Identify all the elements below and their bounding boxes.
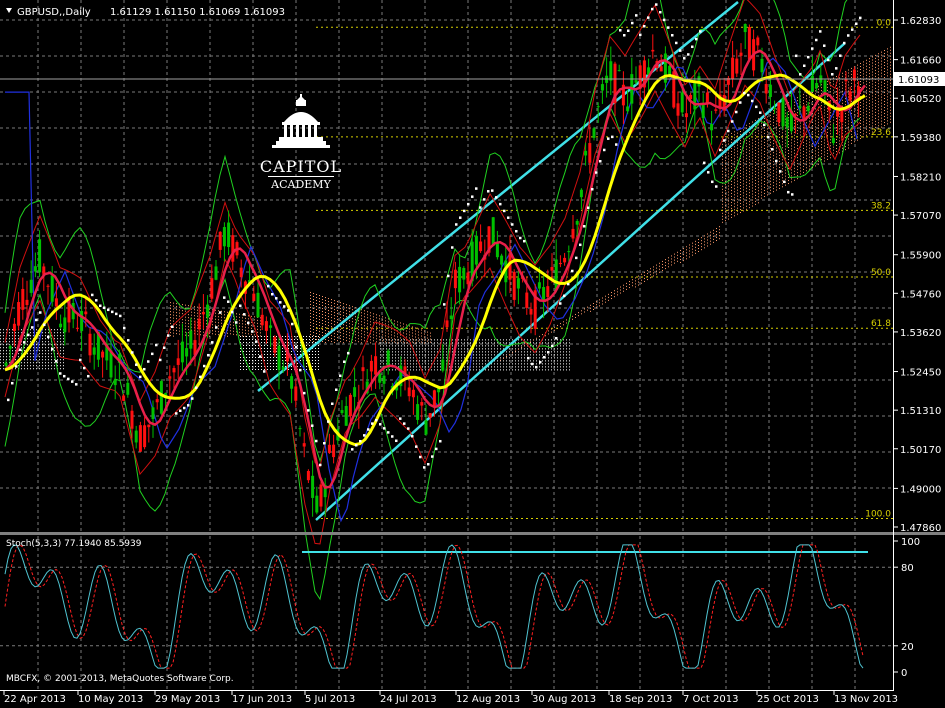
copyright-text: MBCFX, © 2001-2013, MetaQuotes Software … <box>6 674 234 684</box>
stoch-grid <box>0 536 893 689</box>
date-tick-label: 22 Apr 2013 <box>4 694 66 705</box>
date-tick-label: 18 Sep 2013 <box>609 694 672 705</box>
price-tick-label: 1.59380 <box>900 133 941 144</box>
price-tick-label: 1.52450 <box>900 368 941 379</box>
stoch-tick-label: 80 <box>901 563 914 574</box>
fib-level-label: 50.0 <box>871 268 891 278</box>
date-tick-label: 12 Aug 2013 <box>456 694 520 705</box>
chart-canvas[interactable]: 0.0 23.6 38.2 50.0 61.8 100.0 CAPITOL ACADEMY… <box>0 0 945 708</box>
price-tick-label: 1.50170 <box>900 445 941 456</box>
chart-header: GBPUSD,,Daily 1.61129 1.61150 1.61069 1.… <box>6 7 285 18</box>
capitol-dome-icon <box>272 94 330 148</box>
symbol-label: GBPUSD,,Daily <box>17 7 91 18</box>
capitol-academy-logo: CAPITOL ACADEMY <box>260 94 342 191</box>
price-tick-label: 1.60520 <box>900 94 941 105</box>
current-price-label: 1.61093 <box>898 75 939 86</box>
price-tick-label: 1.57070 <box>900 211 941 222</box>
price-tick-label: 1.55900 <box>900 251 941 262</box>
envelope-lines <box>4 0 861 601</box>
price-axis[interactable]: 1.62830 1.61660 1.60520 1.59380 1.58210 1.570… <box>893 16 941 534</box>
ma-fast-line <box>4 49 866 489</box>
date-tick-label: 10 May 2013 <box>78 694 143 705</box>
fib-level-label: 23.6 <box>871 128 891 138</box>
date-tick-label: 7 Oct 2013 <box>683 694 738 705</box>
current-price-marker: 1.61093 <box>0 72 945 86</box>
axis-border-horizontal <box>0 690 894 691</box>
stoch-tick-label: 100 <box>901 537 920 548</box>
fib-level-label: 0.0 <box>877 18 892 28</box>
date-tick-label: 24 Jul 2013 <box>380 694 437 705</box>
date-tick-label: 13 Nov 2013 <box>834 694 898 705</box>
dropdown-triangle-icon <box>6 8 12 13</box>
fibonacci-levels: 0.0 23.6 38.2 50.0 61.8 100.0 <box>316 18 893 520</box>
stochastic-oscillator <box>4 544 864 669</box>
price-tick-label: 1.62830 <box>900 16 941 27</box>
ohlc-values: 1.61129 1.61150 1.61069 1.61093 <box>110 7 285 18</box>
stoch-axis: 100 80 20 0 <box>893 537 920 679</box>
price-tick-label: 1.61660 <box>900 56 941 67</box>
date-tick-label: 17 Jun 2013 <box>232 694 292 705</box>
date-tick-label: 5 Jul 2013 <box>305 694 355 705</box>
price-tick-label: 1.53620 <box>900 328 941 339</box>
date-axis[interactable]: 22 Apr 2013 10 May 2013 29 May 2013 17 Jun … <box>3 690 898 705</box>
stoch-tick-label: 20 <box>901 642 914 653</box>
price-tick-label: 1.58210 <box>900 172 941 183</box>
date-tick-label: 25 Oct 2013 <box>757 694 819 705</box>
axis-border-vertical <box>893 0 894 690</box>
fib-level-label: 61.8 <box>871 319 891 329</box>
logo-line2: ACADEMY <box>270 178 331 191</box>
price-tick-label: 1.54760 <box>900 289 941 300</box>
date-tick-label: 30 Aug 2013 <box>532 694 596 705</box>
logo-line1: CAPITOL <box>260 157 342 176</box>
price-tick-label: 1.49000 <box>900 484 941 495</box>
date-tick-label: 29 May 2013 <box>155 694 220 705</box>
stoch-title: Stoch(5,3,3) 77.1940 85.5939 <box>6 539 142 549</box>
stoch-tick-label: 0 <box>901 668 907 679</box>
moving-averages <box>4 49 866 489</box>
fib-level-label: 38.2 <box>871 201 891 211</box>
price-tick-label: 1.51310 <box>900 406 941 417</box>
fib-level-label: 100.0 <box>865 510 891 520</box>
panel-separator[interactable] <box>0 532 945 535</box>
